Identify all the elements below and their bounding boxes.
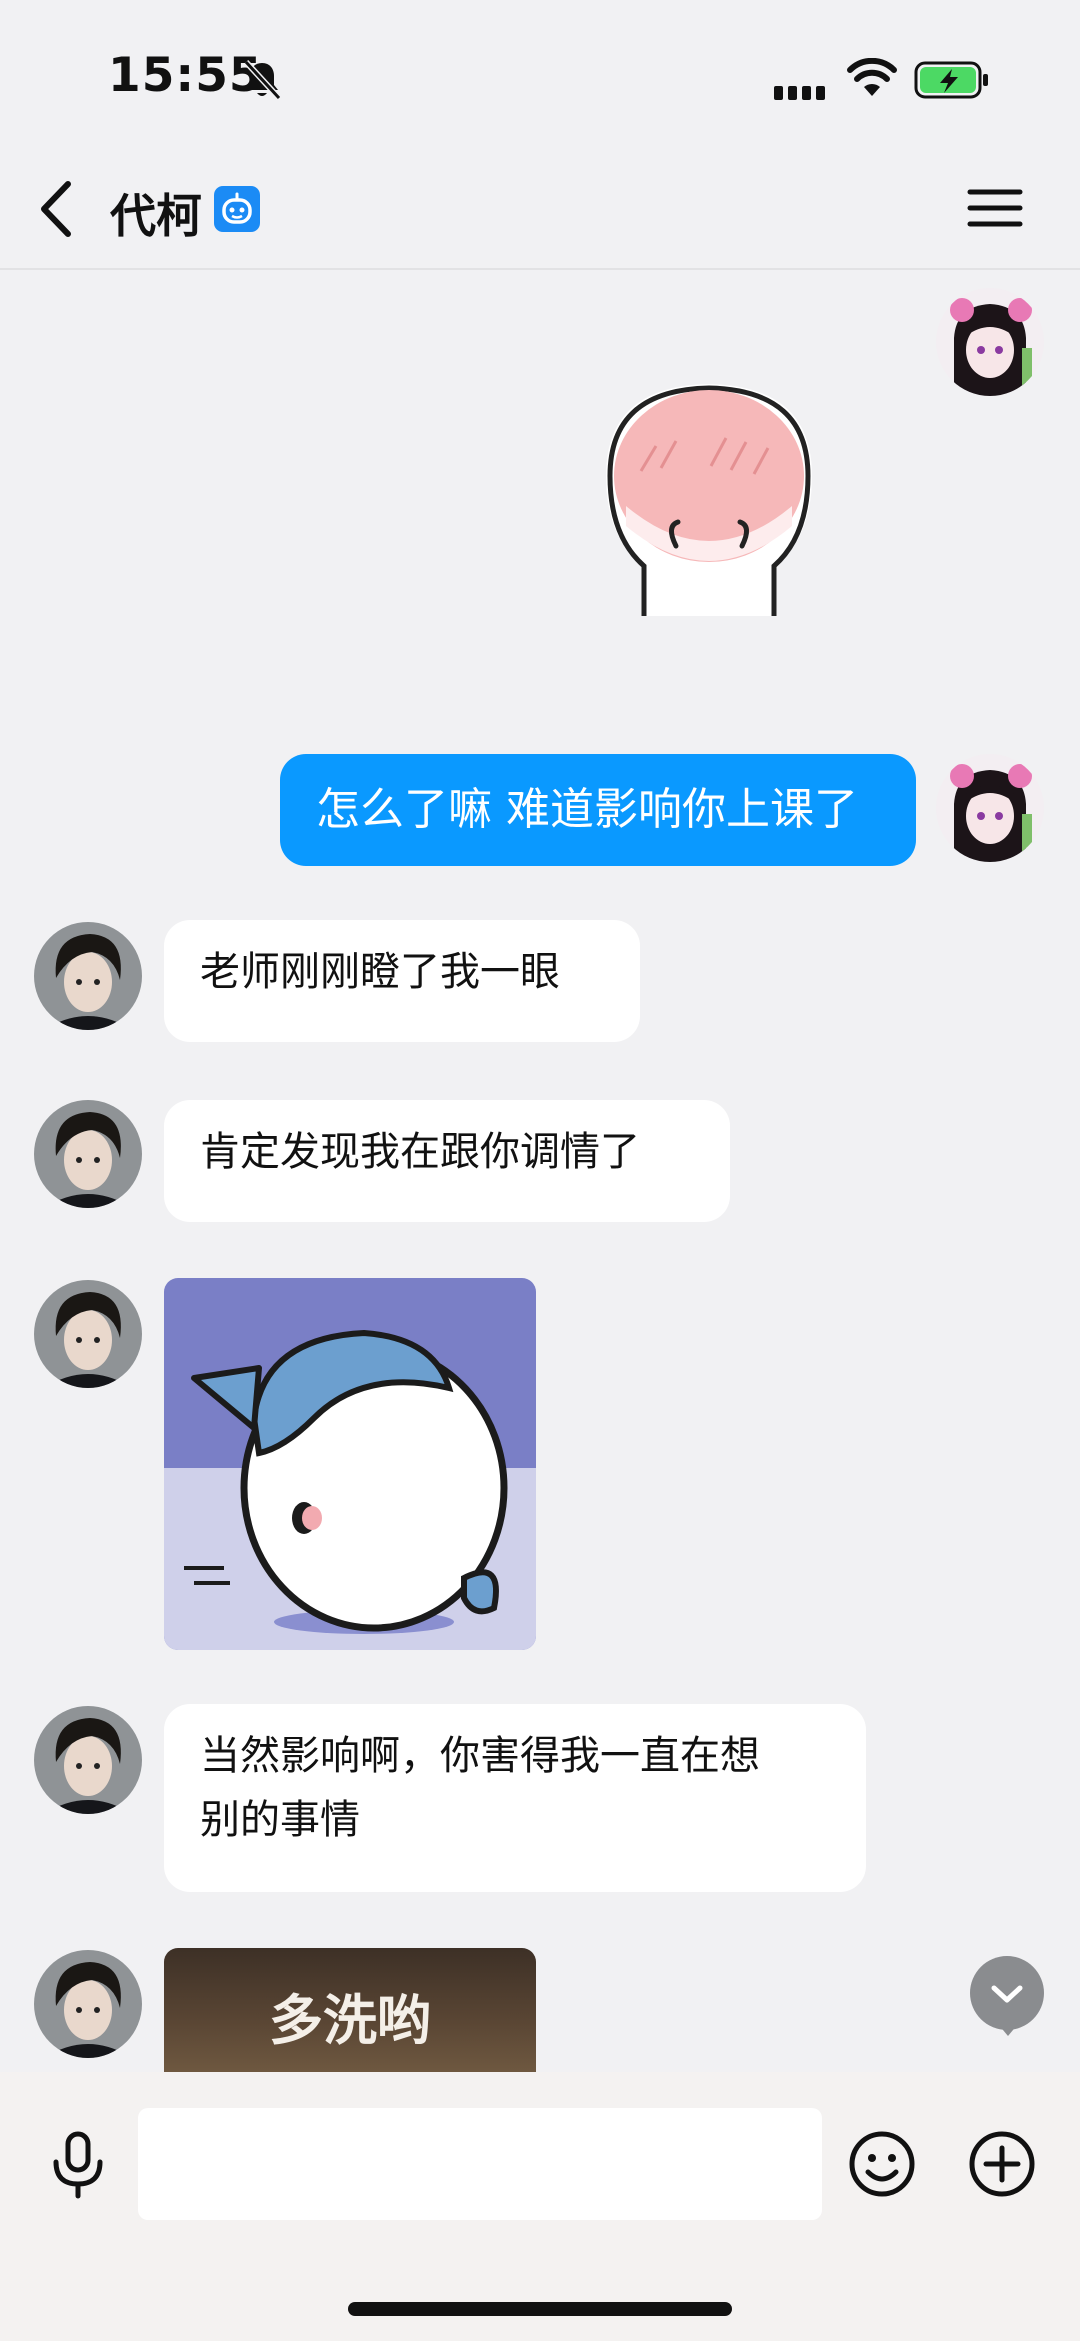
emoji-icon[interactable] [848,2130,916,2198]
input-bar [0,2072,1080,2341]
menu-icon[interactable] [966,182,1024,234]
scroll-button-tail [998,2024,1018,2036]
incoming-message[interactable]: 肯定发现我在跟你调情了 [164,1100,730,1222]
message-input[interactable] [138,2108,822,2220]
incoming-message[interactable]: 当然影响啊，你害得我一直在想 别的事情 [164,1704,866,1892]
sticker-peeking-pink[interactable] [596,376,822,616]
status-bar: 15:55 [0,0,1080,150]
sticker-white-creature[interactable] [164,1278,536,1650]
bell-slash-icon [243,59,282,101]
robot-badge-icon [214,186,260,232]
chat-title[interactable]: 代柯 [110,180,202,246]
wifi-icon [847,58,897,96]
contact-avatar[interactable] [34,1950,142,2058]
status-time: 15:55 [108,48,263,103]
microphone-icon[interactable] [48,2130,108,2200]
back-chevron-icon[interactable] [30,174,90,244]
message-line: 当然影响啊，你害得我一直在想 [200,1733,760,1779]
battery-charging-icon [914,61,988,99]
incoming-message[interactable]: 老师刚刚瞪了我一眼 [164,920,640,1042]
chevron-down-icon [991,1985,1023,2003]
outgoing-message[interactable]: 怎么了嘛 难道影响你上课了 [280,754,916,866]
my-avatar[interactable] [936,288,1044,396]
message-line: 别的事情 [200,1797,360,1843]
contact-avatar[interactable] [34,1706,142,1814]
chat-header: 代柯 [0,150,1080,270]
contact-avatar[interactable] [34,1280,142,1388]
my-avatar[interactable] [936,754,1044,862]
contact-avatar[interactable] [34,922,142,1030]
sticker-caption: 多洗哟 [269,1989,431,2052]
sticker-caption-image[interactable]: 多洗哟 [164,1948,536,2072]
cellular-signal-icon [774,86,825,100]
contact-avatar[interactable] [34,1100,142,1208]
home-indicator[interactable] [348,2302,732,2316]
scroll-to-bottom-button[interactable] [970,1956,1044,2030]
plus-circle-icon[interactable] [968,2130,1036,2198]
